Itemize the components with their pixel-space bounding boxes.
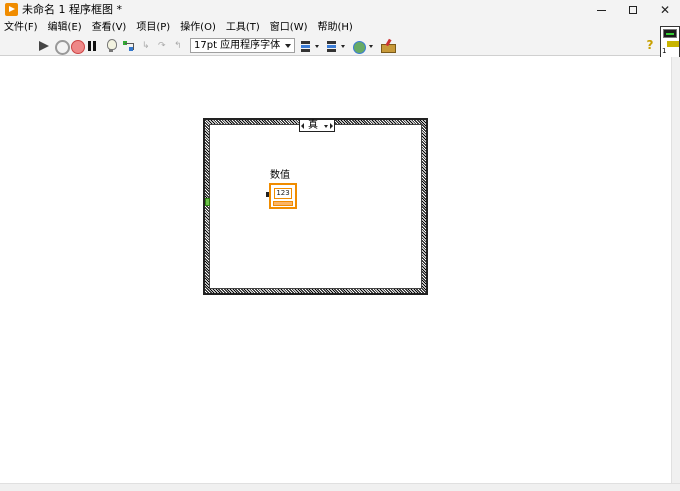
menu-window[interactable]: 窗口(W) — [265, 20, 313, 36]
close-icon: ✕ — [659, 3, 671, 17]
horizontal-scrollbar[interactable] — [0, 483, 680, 491]
vi-icon-number: 1 — [662, 47, 667, 55]
increment-case-icon[interactable] — [330, 123, 333, 129]
vertical-scrollbar[interactable] — [671, 57, 680, 483]
minimize-button[interactable] — [584, 0, 618, 20]
menu-help[interactable]: 帮助(H) — [313, 20, 358, 36]
vi-screen-icon — [663, 29, 677, 38]
minimize-icon — [596, 9, 606, 11]
title-bar[interactable]: 未命名 1 程序框图 * ✕ — [0, 0, 680, 20]
reorder-icon[interactable] — [352, 39, 374, 54]
align-icon[interactable] — [300, 39, 320, 53]
chevron-down-icon[interactable] — [324, 125, 328, 128]
step-into-icon[interactable]: ↳ — [142, 39, 156, 53]
vi-icon-pane[interactable]: 1 — [660, 26, 680, 58]
decrement-case-icon[interactable] — [301, 123, 304, 129]
menu-edit[interactable]: 编辑(E) — [43, 20, 87, 36]
run-continuously-icon[interactable] — [54, 39, 70, 55]
menu-operate[interactable]: 操作(O) — [175, 20, 221, 36]
highlight-execution-icon[interactable] — [104, 39, 118, 53]
case-selector-label[interactable]: 真 — [299, 119, 335, 132]
abort-icon[interactable] — [70, 39, 85, 54]
menu-tools[interactable]: 工具(T) — [221, 20, 265, 36]
step-over-icon[interactable]: ↷ — [158, 39, 172, 53]
labview-app-icon — [5, 3, 18, 16]
maximize-button[interactable] — [616, 0, 650, 20]
retain-wire-values-icon[interactable] — [122, 39, 136, 53]
help-icon[interactable]: ? — [644, 38, 656, 52]
distribute-icon[interactable] — [326, 39, 346, 53]
case-structure[interactable]: 真 数值 123 — [203, 118, 428, 295]
chevron-down-icon — [285, 44, 291, 48]
numeric-terminal-base — [273, 201, 293, 206]
vi-connector-icon — [667, 41, 679, 47]
toolbar: ↳ ↷ ↰ 17pt 应用程序字体 ? — [0, 36, 680, 56]
case-selector-value: 真 — [308, 119, 318, 131]
numeric-terminal-text: 123 — [274, 188, 292, 199]
labview-block-diagram-window: 未命名 1 程序框图 * ✕ 文件(F) 编辑(E) 查看(V) 项目(P) 操… — [0, 0, 680, 491]
menu-file[interactable]: 文件(F) — [0, 20, 43, 36]
maximize-icon — [629, 6, 637, 14]
terminal-output-icon — [266, 192, 269, 197]
menu-bar: 文件(F) 编辑(E) 查看(V) 项目(P) 操作(O) 工具(T) 窗口(W… — [0, 20, 680, 36]
pause-icon[interactable] — [86, 39, 100, 53]
close-button[interactable]: ✕ — [648, 0, 680, 20]
cleanup-diagram-icon[interactable] — [380, 39, 396, 53]
font-selector[interactable]: 17pt 应用程序字体 — [190, 38, 295, 53]
run-arrow-icon[interactable] — [38, 39, 52, 53]
window-title: 未命名 1 程序框图 * — [22, 3, 122, 16]
menu-view[interactable]: 查看(V) — [87, 20, 132, 36]
numeric-control-label[interactable]: 数值 — [270, 170, 290, 182]
numeric-control-terminal[interactable]: 123 — [266, 183, 297, 209]
case-selector-terminal[interactable] — [205, 198, 210, 206]
font-selector-value: 17pt 应用程序字体 — [194, 40, 281, 51]
menu-project[interactable]: 项目(P) — [131, 20, 175, 36]
step-out-icon[interactable]: ↰ — [174, 39, 188, 53]
case-structure-subdiagram[interactable] — [209, 124, 422, 289]
